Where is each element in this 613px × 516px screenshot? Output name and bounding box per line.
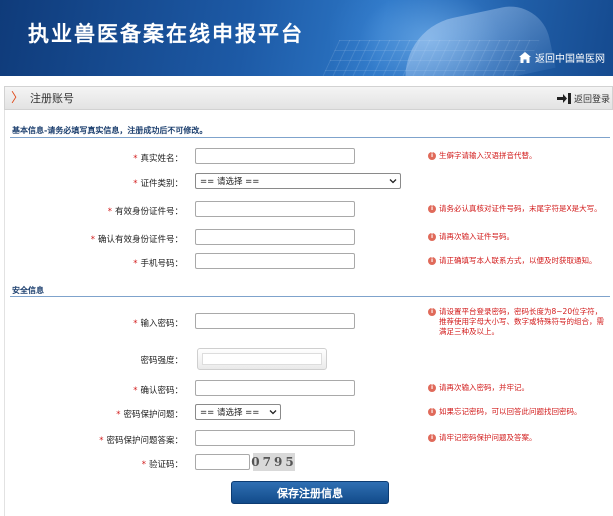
back-home-link[interactable]: 返回中国兽医网: [519, 50, 605, 65]
register-section-header: 〉 注册账号 返回登录: [4, 86, 613, 110]
captcha-image[interactable]: 0795: [251, 453, 295, 471]
info-icon: i: [428, 152, 436, 160]
back-home-label: 返回中国兽医网: [535, 54, 605, 65]
phone-input[interactable]: [195, 253, 355, 269]
password-strength-meter: [197, 348, 327, 370]
password-input[interactable]: [195, 313, 355, 329]
confirm-id-number-hint: i 请再次输入证件号码。: [428, 232, 608, 242]
chevron-down-icon: [388, 176, 398, 186]
id-type-selected: == 请选择 ==: [200, 177, 260, 187]
info-icon: i: [428, 233, 436, 241]
form-row-real-name: * 真实姓名： i 生僻字请输入汉语拼音代替。: [0, 148, 613, 168]
info-icon: i: [428, 384, 436, 392]
info-icon: i: [428, 308, 436, 316]
site-title: 执业兽医备案在线申报平台: [28, 22, 304, 46]
required-mark: *: [133, 386, 138, 396]
required-mark: *: [116, 410, 121, 420]
form-row-captcha: * 验证码： 0795: [0, 453, 613, 474]
phone-label: 手机号码：: [140, 259, 183, 269]
captcha-label: 验证码：: [148, 460, 183, 470]
basic-info-divider: [10, 137, 610, 138]
chevron-down-icon: [268, 407, 278, 417]
form-row-phone: * 手机号码： i 请正确填写本人联系方式，以便及时获取通知。: [0, 253, 613, 273]
confirm-password-input[interactable]: [195, 380, 355, 396]
security-answer-input[interactable]: [195, 430, 355, 446]
required-mark: *: [107, 207, 112, 217]
required-mark: *: [133, 259, 138, 269]
exit-icon: [556, 93, 571, 104]
password-strength-label: 密码强度：: [140, 356, 183, 366]
form-row-password: * 输入密码： i 请设置平台登录密码，密码长度为8~20位字符，推荐使用字母大小写…: [0, 307, 613, 336]
site-banner: 执业兽医备案在线申报平台 返回中国兽医网: [0, 0, 613, 76]
confirm-id-number-input[interactable]: [195, 229, 355, 245]
form-row-confirm-id-number: * 确认有效身份证件号： i 请再次输入证件号码。: [0, 229, 613, 249]
form-row-security-question: * 密码保护问题： == 请选择 == i 如果忘记密码，可以回答此问题找回密码。: [0, 404, 613, 424]
captcha-input[interactable]: [195, 454, 250, 470]
security-info-heading: 安全信息: [12, 286, 44, 295]
section-title: 注册账号: [30, 92, 75, 105]
confirm-password-label: 确认密码：: [140, 386, 183, 396]
id-number-hint: i 请务必认真核对证件号码，末尾字符是X是大写。: [428, 204, 608, 214]
basic-info-heading: 基本信息-请务必填写真实信息，注册成功后不可修改。: [12, 126, 208, 135]
form-row-id-type: * 证件类别： == 请选择 ==: [0, 173, 613, 193]
phone-hint: i 请正确填写本人联系方式，以便及时获取通知。: [428, 256, 608, 266]
password-label: 输入密码：: [140, 319, 183, 329]
real-name-input[interactable]: [195, 148, 355, 164]
form-row-password-strength: 密码强度：: [0, 348, 613, 370]
form-row-id-number: * 有效身份证件号： i 请务必认真核对证件号码，末尾字符是X是大写。: [0, 201, 613, 221]
back-login-label: 返回登录: [573, 95, 610, 105]
security-question-selected: == 请选择 ==: [200, 408, 260, 418]
save-registration-button[interactable]: 保存注册信息: [231, 481, 389, 504]
required-mark: *: [133, 179, 138, 189]
real-name-hint: i 生僻字请输入汉语拼音代替。: [428, 151, 608, 161]
security-answer-label: 密码保护问题答案：: [106, 436, 183, 446]
security-question-hint: i 如果忘记密码，可以回答此问题找回密码。: [428, 407, 608, 417]
info-icon: i: [428, 408, 436, 416]
security-question-select[interactable]: == 请选择 ==: [195, 404, 281, 420]
security-answer-hint: i 请牢记密码保护问题及答案。: [428, 433, 608, 443]
home-icon: [519, 52, 531, 63]
real-name-label: 真实姓名：: [140, 154, 183, 164]
form-row-confirm-password: * 确认密码： i 请再次输入密码，并牢记。: [0, 380, 613, 400]
info-icon: i: [428, 205, 436, 213]
required-mark: *: [90, 235, 95, 245]
password-hint: i 请设置平台登录密码，密码长度为8~20位字符，推荐使用字母大小写、数字或特殊符…: [428, 307, 608, 337]
id-number-label: 有效身份证件号：: [114, 207, 183, 217]
required-mark: *: [133, 154, 138, 164]
required-mark: *: [99, 436, 104, 446]
info-icon: i: [428, 434, 436, 442]
back-login-link[interactable]: 返回登录: [556, 92, 610, 105]
info-icon: i: [428, 257, 436, 265]
required-mark: *: [141, 460, 146, 470]
id-type-select[interactable]: == 请选择 ==: [195, 173, 401, 189]
chevron-right-icon: 〉: [11, 90, 25, 106]
id-type-label: 证件类别：: [140, 179, 183, 189]
id-number-input[interactable]: [195, 201, 355, 217]
required-mark: *: [133, 319, 138, 329]
security-info-divider: [10, 296, 610, 297]
confirm-id-number-label: 确认有效身份证件号：: [97, 235, 183, 245]
security-question-label: 密码保护问题：: [123, 410, 183, 420]
form-row-security-answer: * 密码保护问题答案： i 请牢记密码保护问题及答案。: [0, 430, 613, 450]
confirm-password-hint: i 请再次输入密码，并牢记。: [428, 383, 608, 393]
